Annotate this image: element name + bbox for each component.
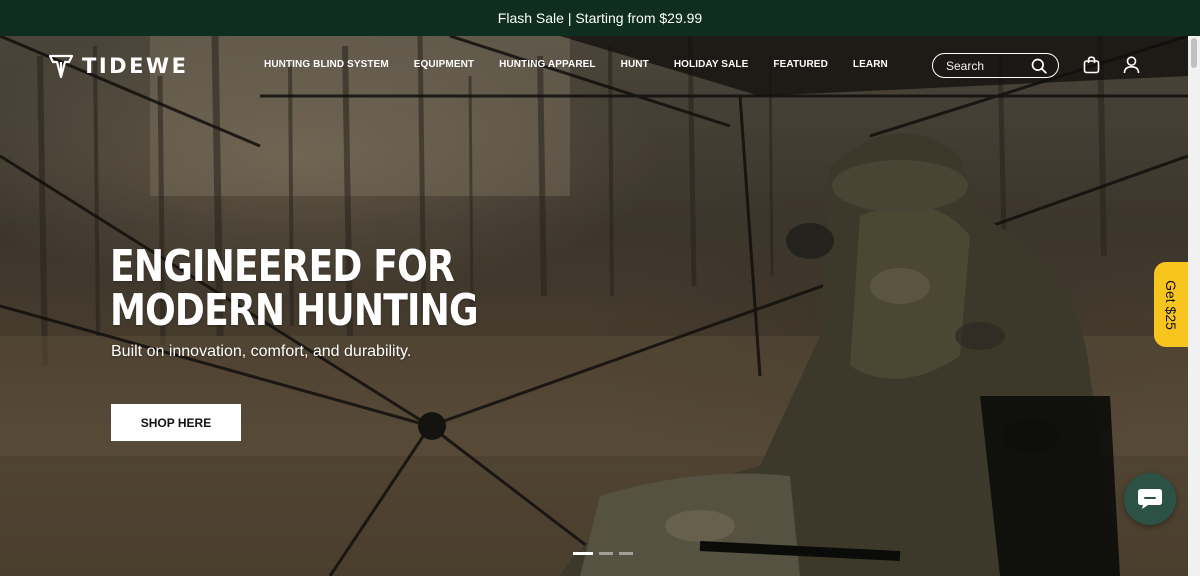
hero-headline: ENGINEERED FOR MODERN HUNTING xyxy=(110,241,479,336)
announcement-bar: Flash Sale | Starting from $29.99 xyxy=(0,0,1200,36)
page-scrollbar[interactable] xyxy=(1188,36,1200,576)
user-icon[interactable] xyxy=(1123,56,1140,74)
announcement-text: Flash Sale | Starting from $29.99 xyxy=(497,10,703,26)
brand-name: TIDEWE xyxy=(82,54,189,78)
nav-item-equipment[interactable]: EQUIPMENT xyxy=(414,59,474,70)
carousel-dot-2[interactable] xyxy=(599,552,613,555)
hero-headline-line-2: MODERN HUNTING xyxy=(110,285,479,336)
carousel-dot-1[interactable] xyxy=(573,552,593,555)
search-box[interactable] xyxy=(932,53,1059,78)
nav-item-featured[interactable]: FEATURED xyxy=(773,59,828,70)
nav-item-holiday-sale[interactable]: HOLIDAY SALE xyxy=(674,59,749,70)
carousel-dot-3[interactable] xyxy=(619,552,633,555)
carousel-indicators xyxy=(573,552,633,555)
brand-logo[interactable]: TIDEWE xyxy=(48,53,188,79)
scrollbar-thumb[interactable] xyxy=(1191,38,1197,68)
get-discount-label: Get $25 xyxy=(1163,279,1180,330)
search-icon[interactable] xyxy=(1031,58,1047,74)
main-nav: HUNTING BLIND SYSTEM EQUIPMENT HUNTING A… xyxy=(264,59,888,70)
shop-here-button[interactable]: SHOP HERE xyxy=(111,404,241,441)
hero-headline-line-1: ENGINEERED FOR xyxy=(110,241,455,292)
shopping-bag-icon[interactable] xyxy=(1083,56,1100,74)
search-input[interactable] xyxy=(946,58,1032,73)
chat-button[interactable] xyxy=(1124,473,1176,525)
get-discount-tab[interactable]: Get $25 xyxy=(1154,262,1188,347)
nav-item-hunting-blind-system[interactable]: HUNTING BLIND SYSTEM xyxy=(264,59,389,70)
hero-subheadline: Built on innovation, comfort, and durabi… xyxy=(111,343,412,360)
nav-item-learn[interactable]: LEARN xyxy=(853,59,888,70)
chat-bubble-icon xyxy=(1138,489,1162,509)
tidewe-mark-icon xyxy=(48,54,74,79)
nav-item-hunting-apparel[interactable]: HUNTING APPAREL xyxy=(499,59,596,70)
nav-item-hunt[interactable]: HUNT xyxy=(621,59,649,70)
